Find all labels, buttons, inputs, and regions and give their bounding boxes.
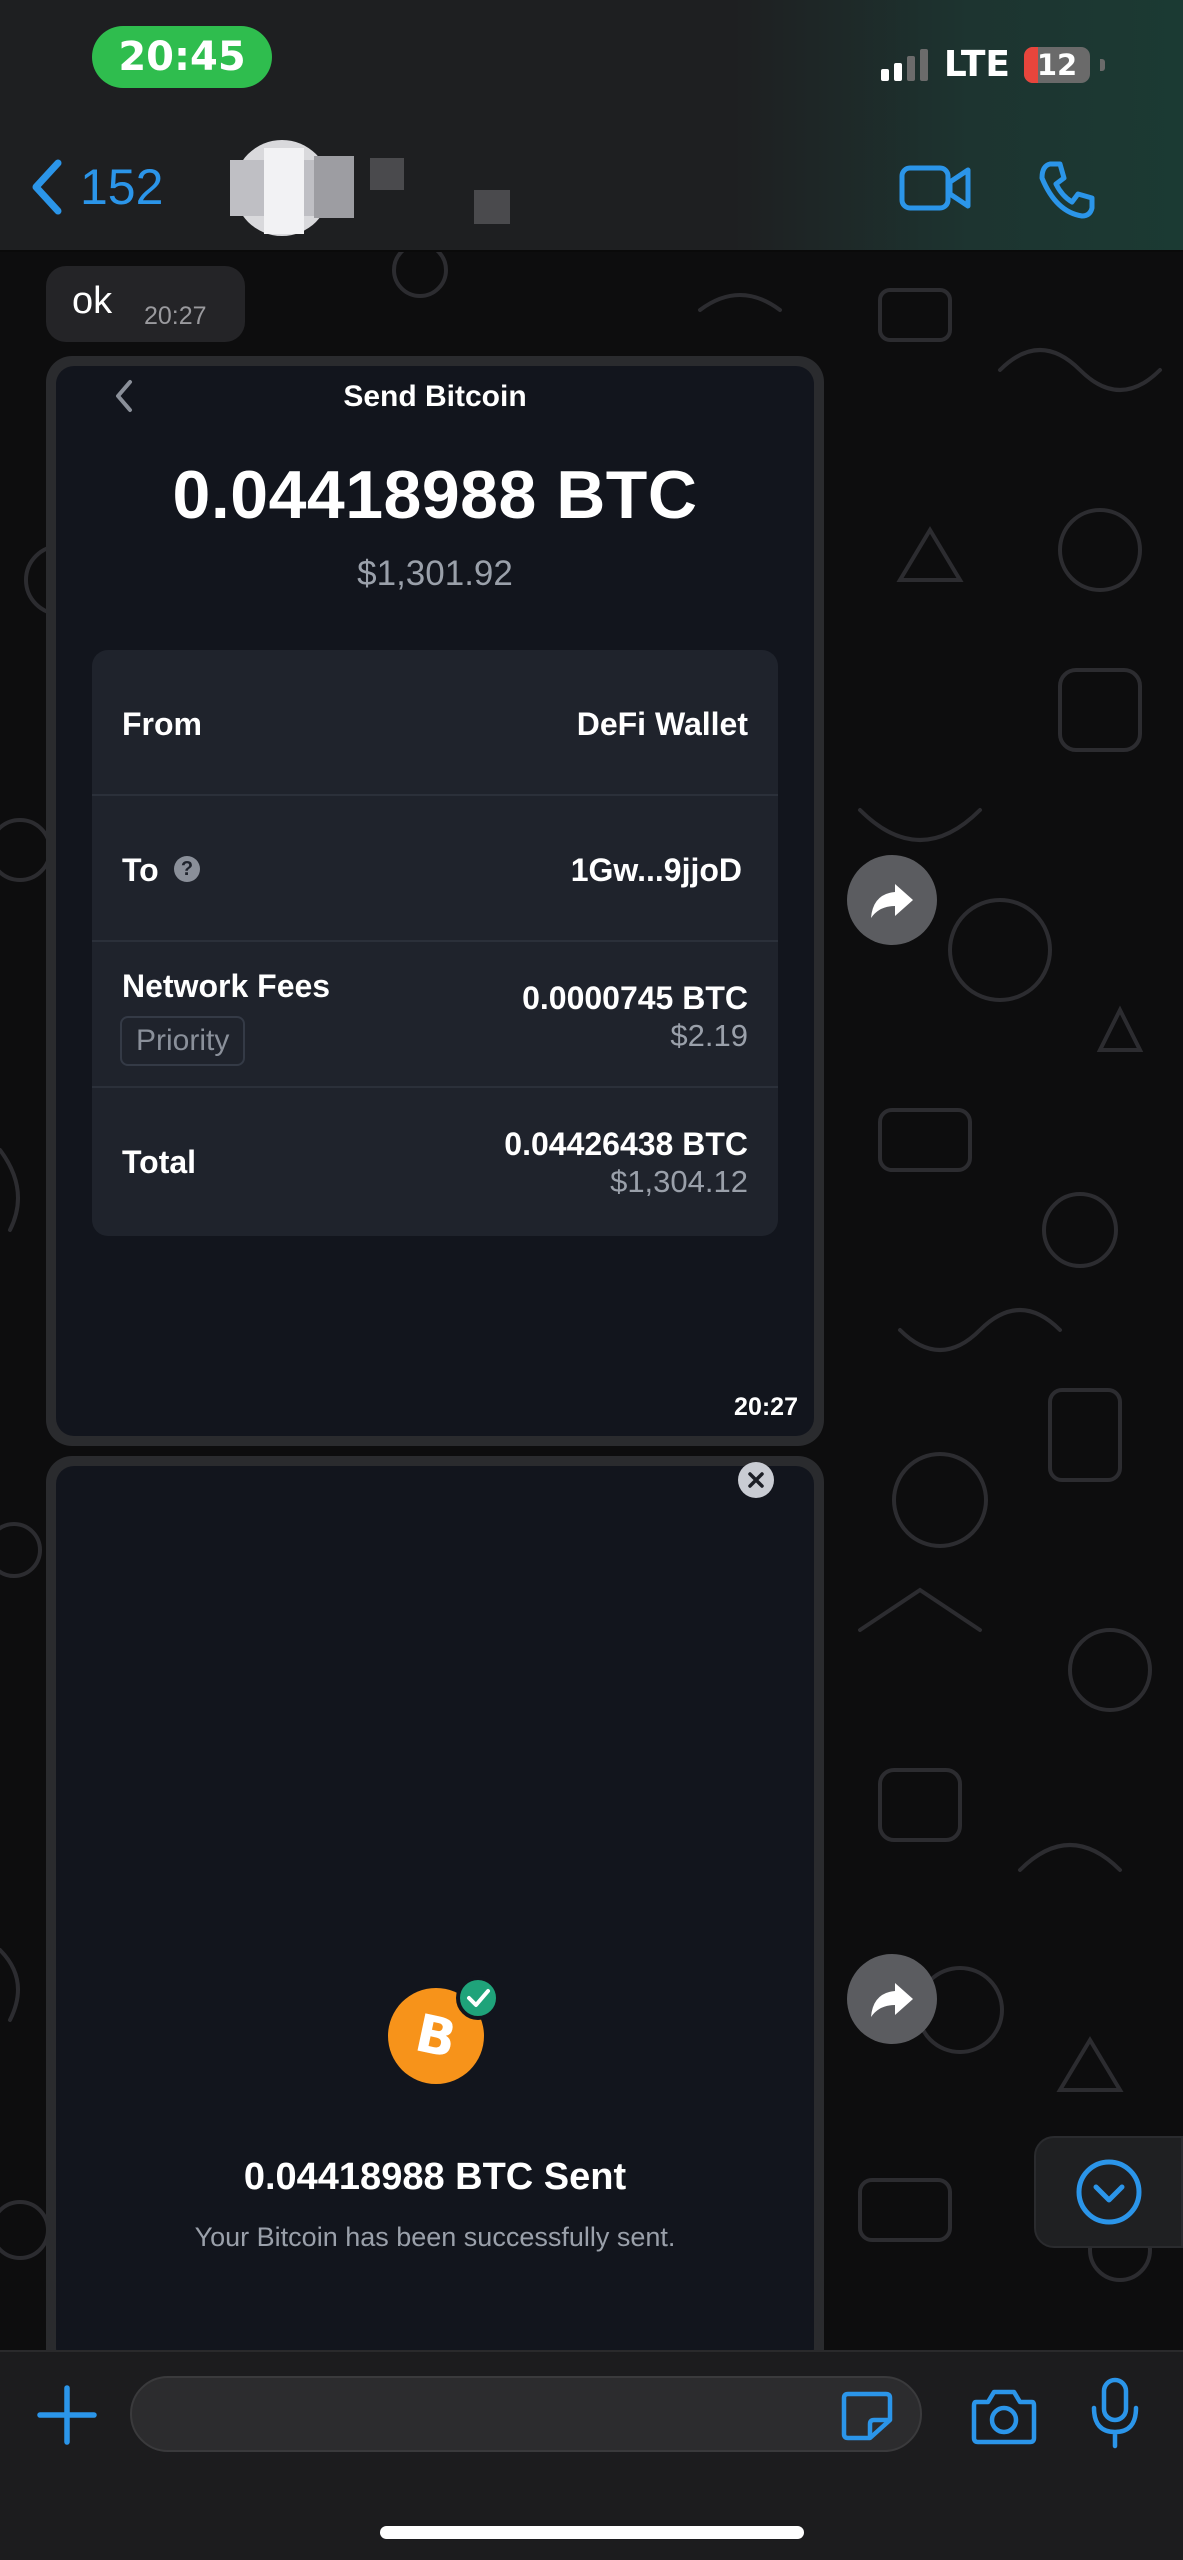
fees-usd: $2.19 xyxy=(670,1018,748,1053)
usd-amount: $1,301.92 xyxy=(357,554,513,593)
unread-count: 152 xyxy=(80,159,164,215)
screen-title: Send Bitcoin xyxy=(343,380,527,413)
sent-subtitle: Your Bitcoin has been successfully sent. xyxy=(194,2222,676,2252)
chevron-left-icon xyxy=(32,159,62,215)
total-usd: $1,304.12 xyxy=(610,1164,748,1199)
bitcoin-icon: B xyxy=(388,1976,500,2084)
transaction-details: From DeFi Wallet To ? 1Gw...9jjoD Networ… xyxy=(92,650,778,1236)
from-row: From DeFi Wallet xyxy=(92,650,778,796)
total-label: Total xyxy=(122,1144,197,1180)
share-forward-icon xyxy=(871,1983,913,2017)
to-address: 1Gw...9jjoD xyxy=(570,852,742,888)
message-bubble-ok[interactable]: ok 20:27 xyxy=(46,266,245,342)
home-indicator[interactable] xyxy=(380,2526,804,2539)
send-bitcoin-screenshot: Send Bitcoin 0.04418988 BTC $1,301.92 Fr… xyxy=(56,366,814,1436)
total-row: Total 0.04426438 BTC $1,304.12 xyxy=(92,1088,778,1234)
chevron-down-icon xyxy=(1076,2159,1141,2225)
forward-button[interactable] xyxy=(847,1954,937,2044)
battery-level: 12 xyxy=(1036,47,1078,82)
chat-screen: 20:45 LTE 12 152 ok 20:27 Send Bitcoin 0… xyxy=(0,0,1183,2560)
network-fees-row: Network Fees Priority 0.0000745 BTC $2.1… xyxy=(92,942,778,1088)
share-forward-icon xyxy=(871,884,913,918)
scroll-to-bottom-button[interactable] xyxy=(1034,2136,1183,2248)
from-value: DeFi Wallet xyxy=(576,706,748,742)
contact-avatar[interactable] xyxy=(224,140,524,240)
plus-icon[interactable] xyxy=(36,2384,98,2446)
to-label: To xyxy=(122,852,159,888)
message-input[interactable] xyxy=(130,2376,922,2452)
btc-sent-screenshot: B 0.04418988 BTC Sent Your Bitcoin has b… xyxy=(56,1466,814,2366)
forward-button[interactable] xyxy=(847,855,937,945)
phone-icon[interactable] xyxy=(1036,158,1098,220)
video-call-icon[interactable] xyxy=(898,158,972,218)
help-icon: ? xyxy=(174,856,200,882)
signal-icon xyxy=(880,48,928,81)
back-button[interactable]: 152 xyxy=(30,158,163,216)
image-message-send-bitcoin[interactable]: Send Bitcoin 0.04418988 BTC $1,301.92 Fr… xyxy=(46,356,824,1446)
close-icon[interactable] xyxy=(738,1462,774,1498)
message-composer xyxy=(0,2350,1183,2560)
message-time: 20:27 xyxy=(734,1393,798,1421)
total-btc: 0.04426438 BTC xyxy=(504,1126,748,1162)
status-time: 20:45 xyxy=(92,26,272,88)
sent-title: 0.04418988 BTC Sent xyxy=(243,2156,627,2198)
message-text: ok xyxy=(72,280,113,322)
microphone-icon[interactable] xyxy=(1088,2376,1142,2450)
fees-btc: 0.0000745 BTC xyxy=(522,980,748,1016)
image-message-btc-sent[interactable]: B 0.04418988 BTC Sent Your Bitcoin has b… xyxy=(46,1456,824,2376)
check-icon xyxy=(456,1976,500,2020)
fee-priority-tag: Priority xyxy=(120,1016,246,1066)
camera-icon[interactable] xyxy=(970,2386,1038,2446)
network-type: LTE xyxy=(943,44,1010,85)
chat-header: 20:45 LTE 12 152 xyxy=(0,0,1183,252)
status-indicators: LTE 12 xyxy=(880,44,1105,85)
fees-label: Network Fees xyxy=(122,968,331,1004)
to-row: To ? 1Gw...9jjoD xyxy=(92,796,778,942)
battery-icon: 12 xyxy=(1024,46,1090,83)
message-time: 20:27 xyxy=(144,302,207,330)
sticker-icon[interactable] xyxy=(840,2390,894,2442)
from-label: From xyxy=(122,706,202,742)
btc-amount: 0.04418988 BTC xyxy=(172,457,698,533)
